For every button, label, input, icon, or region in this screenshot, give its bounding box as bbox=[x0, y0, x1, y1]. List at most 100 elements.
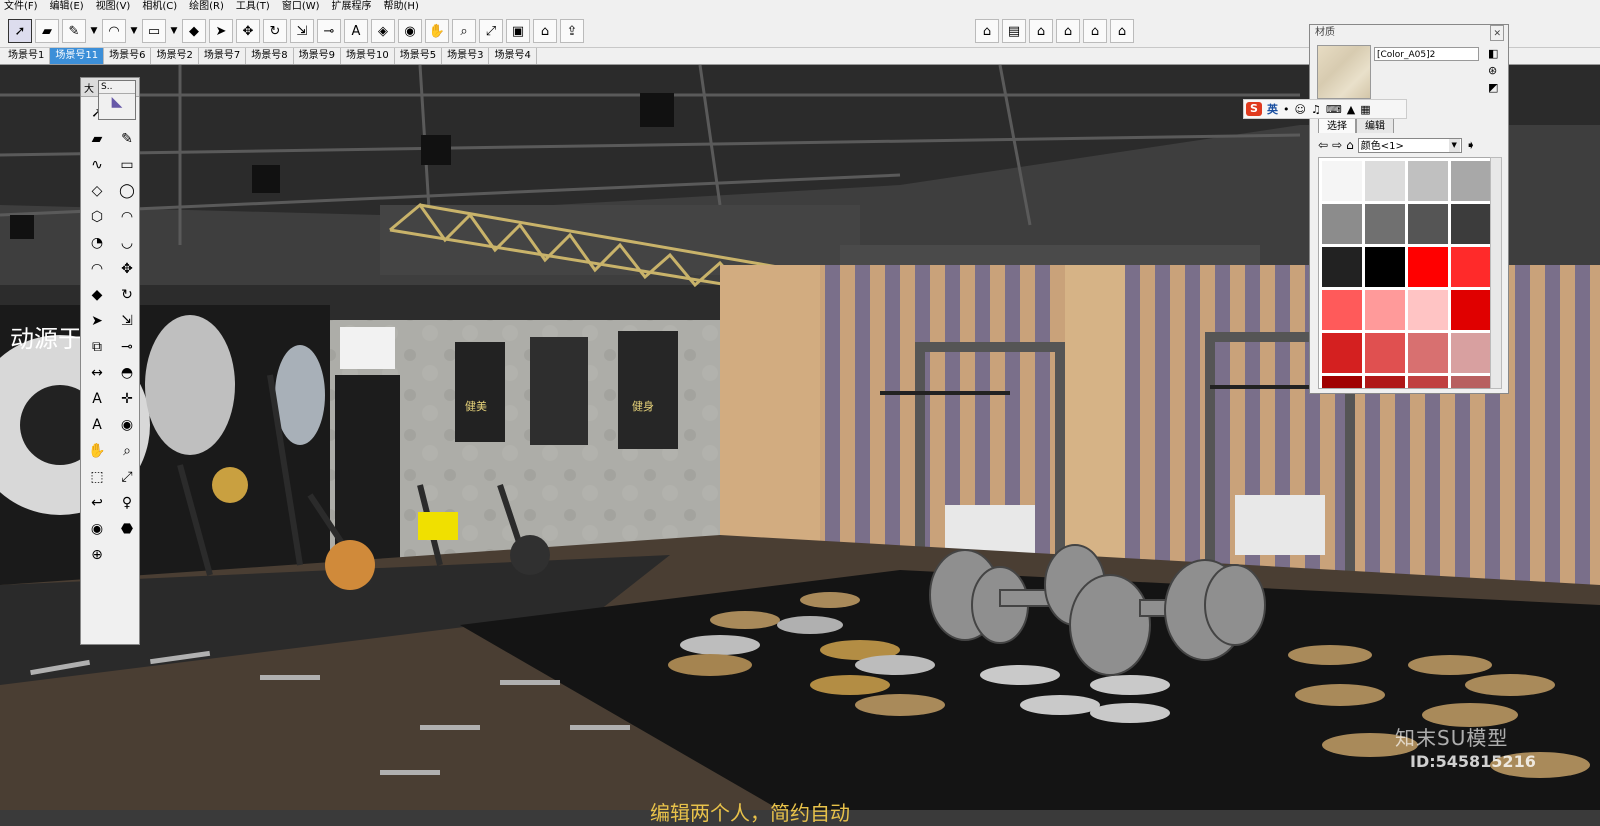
look-around-icon[interactable]: ◉ bbox=[85, 517, 109, 541]
back-arrow-icon[interactable]: ⇦ bbox=[1318, 138, 1328, 152]
arc-icon[interactable]: ◠ bbox=[115, 205, 139, 229]
rotate-icon[interactable]: ↻ bbox=[263, 19, 287, 43]
previous-view-icon[interactable]: ↩ bbox=[85, 491, 109, 515]
scene-tab[interactable]: 场景号10 bbox=[341, 48, 395, 64]
menu-item[interactable]: 帮助(H) bbox=[384, 0, 419, 14]
push-pull-icon[interactable]: ◆ bbox=[182, 19, 206, 43]
tape-measure-icon[interactable]: ⊸ bbox=[115, 335, 139, 359]
color-swatch[interactable] bbox=[1408, 161, 1448, 201]
eraser-icon[interactable]: ▰ bbox=[35, 19, 59, 43]
skin-icon[interactable]: ▲ bbox=[1347, 103, 1355, 116]
rectangle-icon[interactable]: ◣ bbox=[99, 94, 135, 110]
follow-me-icon[interactable]: ➤ bbox=[85, 309, 109, 333]
3d-text-icon[interactable]: A bbox=[85, 413, 109, 437]
menu-item[interactable]: 扩展程序 bbox=[332, 0, 372, 14]
color-swatch[interactable] bbox=[1451, 204, 1491, 244]
scene-tab[interactable]: 场景号7 bbox=[199, 48, 247, 64]
scene-tab[interactable]: 场景号3 bbox=[442, 48, 490, 64]
scene-tab[interactable]: 场景号6 bbox=[104, 48, 152, 64]
ime-language-toggle[interactable]: 英 bbox=[1267, 101, 1278, 117]
pencil-icon[interactable]: ✎ bbox=[115, 127, 139, 151]
swatch-scrollbar[interactable] bbox=[1490, 157, 1502, 389]
orbit-icon[interactable]: ◉ bbox=[398, 19, 422, 43]
pan-icon[interactable]: ✋ bbox=[85, 439, 109, 463]
chevron-down-icon[interactable]: ▼ bbox=[169, 19, 179, 43]
home-icon[interactable]: ⌂ bbox=[1346, 138, 1354, 152]
emoji-icon[interactable]: ☺ bbox=[1295, 103, 1306, 116]
color-swatch[interactable] bbox=[1365, 247, 1405, 287]
arc-icon[interactable]: ◠ bbox=[102, 19, 126, 43]
scene-tab[interactable]: 场景号9 bbox=[294, 48, 341, 64]
extension-icon[interactable]: ⇪ bbox=[560, 19, 584, 43]
color-swatch[interactable] bbox=[1322, 247, 1362, 287]
scene-tab[interactable]: 场景号5 bbox=[395, 48, 443, 64]
sample-paint-icon[interactable]: ⊛ bbox=[1488, 64, 1502, 77]
iso-view-icon[interactable]: ⌂ bbox=[975, 19, 999, 43]
walk-icon[interactable]: ⬣ bbox=[115, 517, 139, 541]
menu-item[interactable]: 相机(C) bbox=[142, 0, 177, 14]
color-swatch[interactable] bbox=[1451, 333, 1491, 373]
menu-item[interactable]: 视图(V) bbox=[96, 0, 131, 14]
color-swatch[interactable] bbox=[1451, 290, 1491, 330]
front-view-icon[interactable]: ⌂ bbox=[1029, 19, 1053, 43]
move-icon[interactable]: ✥ bbox=[236, 19, 260, 43]
text-icon[interactable]: A bbox=[85, 387, 109, 411]
rectangle-icon[interactable]: ▭ bbox=[142, 19, 166, 43]
three-point-arc-icon[interactable]: ◠ bbox=[85, 257, 109, 281]
back-view-icon[interactable]: ⌂ bbox=[1083, 19, 1107, 43]
color-swatch[interactable] bbox=[1322, 376, 1362, 388]
color-swatch[interactable] bbox=[1408, 204, 1448, 244]
ime-toolbar[interactable]: S 英 • ☺ ♫ ⌨ ▲ ▦ bbox=[1243, 99, 1407, 119]
chevron-down-icon[interactable]: ▼ bbox=[89, 19, 99, 43]
scene-tab[interactable]: 场景号8 bbox=[246, 48, 294, 64]
left-view-icon[interactable]: ⌂ bbox=[1110, 19, 1134, 43]
grid-menu-icon[interactable]: ▦ bbox=[1360, 103, 1370, 116]
large-tool-set-palette[interactable]: 大 ✕ ➚◈▰✎∿▭◇◯⬡◠◔◡◠✥◆↻➤⇲⧉⊸↔◓A✛A◉✋⌕⬚⤢↩♀◉⬣⊕ bbox=[80, 77, 140, 645]
polygon-icon[interactable]: ⬡ bbox=[85, 205, 109, 229]
color-swatch[interactable] bbox=[1408, 333, 1448, 373]
tape-measure-icon[interactable]: ⊸ bbox=[317, 19, 341, 43]
orbit-icon[interactable]: ◉ bbox=[115, 413, 139, 437]
menu-item[interactable]: 绘图(R) bbox=[189, 0, 224, 14]
forward-arrow-icon[interactable]: ⇨ bbox=[1332, 138, 1342, 152]
circle-icon[interactable]: ◯ bbox=[115, 179, 139, 203]
menu-item[interactable]: 工具(T) bbox=[236, 0, 270, 14]
rotated-rectangle-icon[interactable]: ◇ bbox=[85, 179, 109, 203]
chevron-down-icon[interactable]: ▼ bbox=[129, 19, 139, 43]
punctuation-icon[interactable]: • bbox=[1283, 103, 1290, 116]
freehand-icon[interactable]: ∿ bbox=[85, 153, 109, 177]
move-icon[interactable]: ✥ bbox=[115, 257, 139, 281]
menu-item[interactable]: 编辑(E) bbox=[50, 0, 84, 14]
scene-tab[interactable]: 场景号1 bbox=[3, 48, 51, 64]
library-select[interactable]: 颜色<1> ▼ bbox=[1357, 137, 1462, 153]
material-name-field[interactable]: [Color_A05]2 bbox=[1374, 47, 1479, 61]
color-swatch[interactable] bbox=[1451, 161, 1491, 201]
color-swatch[interactable] bbox=[1451, 247, 1491, 287]
zoom-extents-icon[interactable]: ⤢ bbox=[115, 465, 139, 489]
color-swatch[interactable] bbox=[1408, 376, 1448, 388]
materials-panel-titlebar[interactable]: 材质 ✕ bbox=[1310, 25, 1508, 41]
top-view-icon[interactable]: ▤ bbox=[1002, 19, 1026, 43]
keyboard-icon[interactable]: ⌨ bbox=[1326, 103, 1342, 116]
section-plane-icon[interactable]: ⊕ bbox=[85, 543, 109, 567]
scene-tab[interactable]: 场景号11 bbox=[50, 48, 105, 64]
color-swatch[interactable] bbox=[1322, 161, 1362, 201]
color-swatch[interactable] bbox=[1365, 376, 1405, 388]
menu-item[interactable]: 窗口(W) bbox=[282, 0, 320, 14]
color-swatch[interactable] bbox=[1322, 204, 1362, 244]
two-point-arc-icon[interactable]: ◡ bbox=[115, 231, 139, 255]
menu-item[interactable]: 文件(F) bbox=[4, 0, 38, 14]
color-swatch[interactable] bbox=[1365, 333, 1405, 373]
scale-icon[interactable]: ⇲ bbox=[290, 19, 314, 43]
scene-tab[interactable]: 场景号4 bbox=[489, 48, 537, 64]
color-swatch[interactable] bbox=[1408, 290, 1448, 330]
scale-icon[interactable]: ⇲ bbox=[115, 309, 139, 333]
text-icon[interactable]: A bbox=[344, 19, 368, 43]
axes-icon[interactable]: ✛ bbox=[115, 387, 139, 411]
rectangle-icon[interactable]: ▭ bbox=[115, 153, 139, 177]
tool-subpopup[interactable]: S.. ◣ bbox=[98, 80, 136, 120]
right-view-icon[interactable]: ⌂ bbox=[1056, 19, 1080, 43]
3d-warehouse-icon[interactable]: ⌂ bbox=[533, 19, 557, 43]
color-swatch[interactable] bbox=[1365, 161, 1405, 201]
color-swatch[interactable] bbox=[1451, 376, 1491, 388]
